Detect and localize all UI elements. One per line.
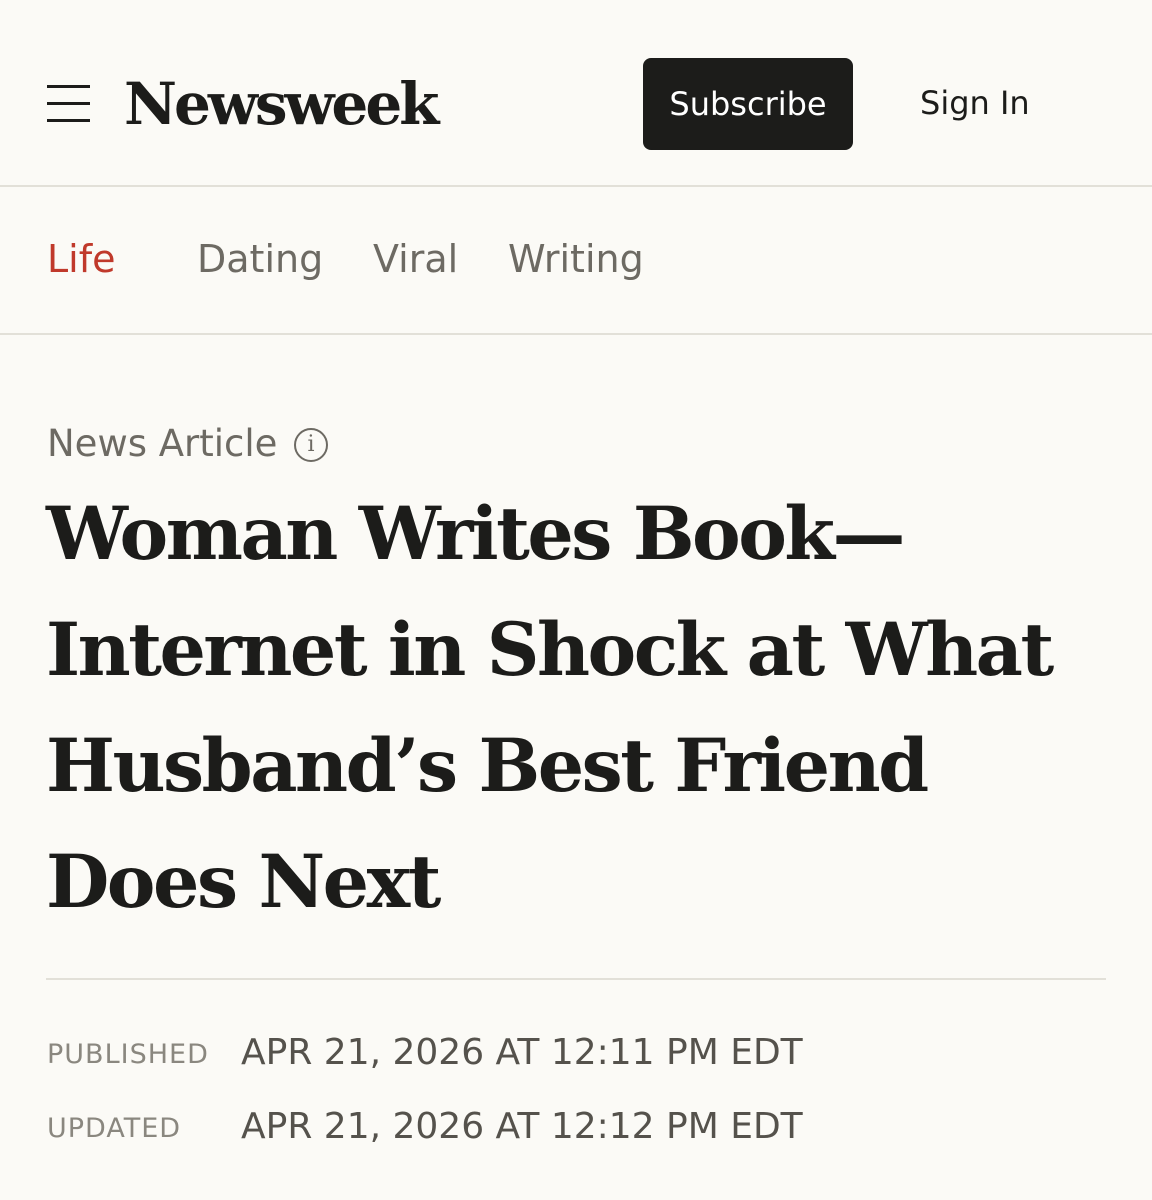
newsweek-logo[interactable]: Newsweek <box>124 66 439 142</box>
updated-date: APR 21, 2026 AT 12:12 PM EDT <box>241 1106 803 1147</box>
nav-item-life[interactable]: Life <box>47 231 116 287</box>
site-header: Newsweek Subscribe Sign In <box>0 0 1152 187</box>
sign-in-link[interactable]: Sign In <box>920 80 1030 126</box>
published-label: PUBLISHED <box>47 1039 209 1070</box>
section-nav: Life Dating Viral Writing <box>0 187 1152 335</box>
divider <box>46 978 1106 980</box>
hamburger-menu-icon[interactable] <box>47 85 91 123</box>
info-circle-icon[interactable]: i <box>294 428 328 462</box>
nav-item-viral[interactable]: Viral <box>373 231 458 287</box>
nav-item-dating[interactable]: Dating <box>197 231 323 287</box>
published-date: APR 21, 2026 AT 12:11 PM EDT <box>241 1032 803 1073</box>
subscribe-button[interactable]: Subscribe <box>643 58 853 150</box>
article-headline: Woman Writes Book—Internet in Shock at W… <box>46 491 1054 925</box>
nav-item-writing[interactable]: Writing <box>508 231 644 287</box>
updated-label: UPDATED <box>47 1113 182 1144</box>
article-type-label: News Article <box>47 422 278 465</box>
